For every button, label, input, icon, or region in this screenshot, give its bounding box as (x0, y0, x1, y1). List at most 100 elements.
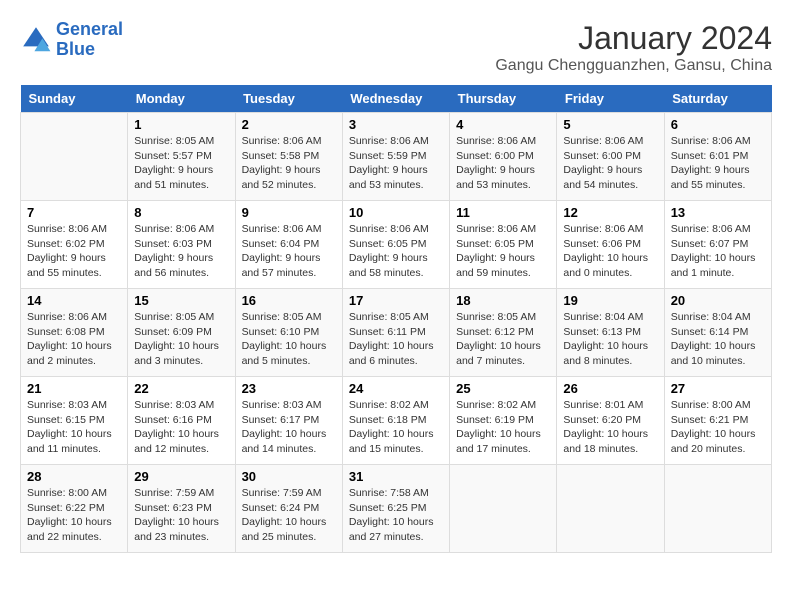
day-number: 27 (671, 381, 765, 396)
day-number: 9 (242, 205, 336, 220)
day-info: Sunrise: 8:04 AMSunset: 6:13 PMDaylight:… (563, 310, 657, 369)
day-info: Sunrise: 8:06 AMSunset: 6:04 PMDaylight:… (242, 222, 336, 281)
calendar-cell: 19 Sunrise: 8:04 AMSunset: 6:13 PMDayligh… (557, 289, 664, 377)
calendar-cell: 21Sunrise: 8:03 AMSunset: 6:15 PMDayligh… (21, 377, 128, 465)
calendar-cell: 23Sunrise: 8:03 AMSunset: 6:17 PMDayligh… (235, 377, 342, 465)
calendar-table: SundayMondayTuesdayWednesdayThursdayFrid… (20, 85, 772, 553)
day-number: 30 (242, 469, 336, 484)
day-info: Sunrise: 8:06 AMSunset: 6:00 PMDaylight:… (563, 134, 657, 193)
logo-text: General Blue (56, 20, 123, 60)
day-number: 12 (563, 205, 657, 220)
day-number: 11 (456, 205, 550, 220)
calendar-cell: 17 Sunrise: 8:05 AMSunset: 6:11 PMDayligh… (342, 289, 449, 377)
day-info: Sunrise: 8:06 AMSunset: 6:03 PMDaylight:… (134, 222, 228, 281)
day-number: 19 (563, 293, 657, 308)
calendar-cell: 26Sunrise: 8:01 AMSunset: 6:20 PMDayligh… (557, 377, 664, 465)
logo-icon (20, 24, 52, 56)
calendar-cell: 2 Sunrise: 8:06 AMSunset: 5:58 PMDaylight… (235, 113, 342, 201)
calendar-cell: 25 Sunrise: 8:02 AMSunset: 6:19 PMDayligh… (450, 377, 557, 465)
calendar-cell: 22 Sunrise: 8:03 AMSunset: 6:16 PMDayligh… (128, 377, 235, 465)
day-info: Sunrise: 8:06 AMSunset: 5:59 PMDaylight:… (349, 134, 443, 193)
day-info: Sunrise: 8:00 AMSunset: 6:21 PMDaylight:… (671, 398, 765, 457)
calendar-cell (664, 465, 771, 553)
day-number: 17 (349, 293, 443, 308)
calendar-week-1: 1 Sunrise: 8:05 AMSunset: 5:57 PMDaylight… (21, 113, 772, 201)
day-info: Sunrise: 7:58 AMSunset: 6:25 PMDaylight:… (349, 486, 443, 545)
day-number: 26 (563, 381, 657, 396)
calendar-week-4: 21Sunrise: 8:03 AMSunset: 6:15 PMDayligh… (21, 377, 772, 465)
day-number: 2 (242, 117, 336, 132)
calendar-cell: 31 Sunrise: 7:58 AMSunset: 6:25 PMDayligh… (342, 465, 449, 553)
day-number: 28 (27, 469, 121, 484)
calendar-cell: 27 Sunrise: 8:00 AMSunset: 6:21 PMDayligh… (664, 377, 771, 465)
day-info: Sunrise: 8:02 AMSunset: 6:19 PMDaylight:… (456, 398, 550, 457)
day-number: 25 (456, 381, 550, 396)
day-number: 1 (134, 117, 228, 132)
page-header: General Blue January 2024 Gangu Chenggua… (20, 20, 772, 75)
day-info: Sunrise: 8:05 AMSunset: 5:57 PMDaylight:… (134, 134, 228, 193)
day-number: 14 (27, 293, 121, 308)
day-info: Sunrise: 8:05 AMSunset: 6:12 PMDaylight:… (456, 310, 550, 369)
logo-line1: General (56, 19, 123, 39)
day-info: Sunrise: 8:04 AMSunset: 6:14 PMDaylight:… (671, 310, 765, 369)
day-number: 13 (671, 205, 765, 220)
day-info: Sunrise: 8:02 AMSunset: 6:18 PMDaylight:… (349, 398, 443, 457)
day-number: 10 (349, 205, 443, 220)
calendar-cell: 11 Sunrise: 8:06 AMSunset: 6:05 PMDayligh… (450, 201, 557, 289)
calendar-cell: 15 Sunrise: 8:05 AMSunset: 6:09 PMDayligh… (128, 289, 235, 377)
calendar-cell: 24 Sunrise: 8:02 AMSunset: 6:18 PMDayligh… (342, 377, 449, 465)
calendar-cell: 5 Sunrise: 8:06 AMSunset: 6:00 PMDaylight… (557, 113, 664, 201)
day-number: 7 (27, 205, 121, 220)
day-number: 31 (349, 469, 443, 484)
calendar-cell (450, 465, 557, 553)
day-number: 15 (134, 293, 228, 308)
calendar-cell (557, 465, 664, 553)
calendar-cell: 4Sunrise: 8:06 AMSunset: 6:00 PMDaylight… (450, 113, 557, 201)
day-number: 22 (134, 381, 228, 396)
day-info: Sunrise: 8:05 AMSunset: 6:09 PMDaylight:… (134, 310, 228, 369)
calendar-cell: 30Sunrise: 7:59 AMSunset: 6:24 PMDayligh… (235, 465, 342, 553)
calendar-cell: 1 Sunrise: 8:05 AMSunset: 5:57 PMDaylight… (128, 113, 235, 201)
header-monday: Monday (128, 85, 235, 113)
header-saturday: Saturday (664, 85, 771, 113)
day-number: 3 (349, 117, 443, 132)
day-number: 18 (456, 293, 550, 308)
location: Gangu Chengguanzhen, Gansu, China (495, 57, 772, 75)
header-friday: Friday (557, 85, 664, 113)
day-info: Sunrise: 8:03 AMSunset: 6:16 PMDaylight:… (134, 398, 228, 457)
calendar-cell: 13Sunrise: 8:06 AMSunset: 6:07 PMDayligh… (664, 201, 771, 289)
calendar-week-3: 14 Sunrise: 8:06 AMSunset: 6:08 PMDayligh… (21, 289, 772, 377)
day-info: Sunrise: 8:05 AMSunset: 6:10 PMDaylight:… (242, 310, 336, 369)
day-info: Sunrise: 8:06 AMSunset: 6:02 PMDaylight:… (27, 222, 121, 281)
day-number: 5 (563, 117, 657, 132)
calendar-header-row: SundayMondayTuesdayWednesdayThursdayFrid… (21, 85, 772, 113)
day-info: Sunrise: 8:06 AMSunset: 6:08 PMDaylight:… (27, 310, 121, 369)
header-sunday: Sunday (21, 85, 128, 113)
calendar-cell: 16Sunrise: 8:05 AMSunset: 6:10 PMDayligh… (235, 289, 342, 377)
day-number: 8 (134, 205, 228, 220)
day-info: Sunrise: 8:03 AMSunset: 6:17 PMDaylight:… (242, 398, 336, 457)
title-section: January 2024 Gangu Chengguanzhen, Gansu,… (495, 20, 772, 75)
calendar-week-2: 7 Sunrise: 8:06 AMSunset: 6:02 PMDaylight… (21, 201, 772, 289)
calendar-week-5: 28Sunrise: 8:00 AMSunset: 6:22 PMDayligh… (21, 465, 772, 553)
calendar-cell: 12Sunrise: 8:06 AMSunset: 6:06 PMDayligh… (557, 201, 664, 289)
header-wednesday: Wednesday (342, 85, 449, 113)
calendar-cell: 20 Sunrise: 8:04 AMSunset: 6:14 PMDayligh… (664, 289, 771, 377)
day-number: 21 (27, 381, 121, 396)
day-info: Sunrise: 8:06 AMSunset: 5:58 PMDaylight:… (242, 134, 336, 193)
day-number: 20 (671, 293, 765, 308)
day-info: Sunrise: 8:06 AMSunset: 6:05 PMDaylight:… (456, 222, 550, 281)
logo-line2: Blue (56, 39, 95, 59)
calendar-cell: 29Sunrise: 7:59 AMSunset: 6:23 PMDayligh… (128, 465, 235, 553)
calendar-body: 1 Sunrise: 8:05 AMSunset: 5:57 PMDaylight… (21, 113, 772, 553)
calendar-cell: 18 Sunrise: 8:05 AMSunset: 6:12 PMDayligh… (450, 289, 557, 377)
calendar-cell: 3 Sunrise: 8:06 AMSunset: 5:59 PMDaylight… (342, 113, 449, 201)
day-number: 24 (349, 381, 443, 396)
calendar-cell: 28Sunrise: 8:00 AMSunset: 6:22 PMDayligh… (21, 465, 128, 553)
day-info: Sunrise: 8:05 AMSunset: 6:11 PMDaylight:… (349, 310, 443, 369)
calendar-cell: 10Sunrise: 8:06 AMSunset: 6:05 PMDayligh… (342, 201, 449, 289)
month-title: January 2024 (495, 20, 772, 57)
day-number: 6 (671, 117, 765, 132)
header-thursday: Thursday (450, 85, 557, 113)
day-info: Sunrise: 8:06 AMSunset: 6:00 PMDaylight:… (456, 134, 550, 193)
